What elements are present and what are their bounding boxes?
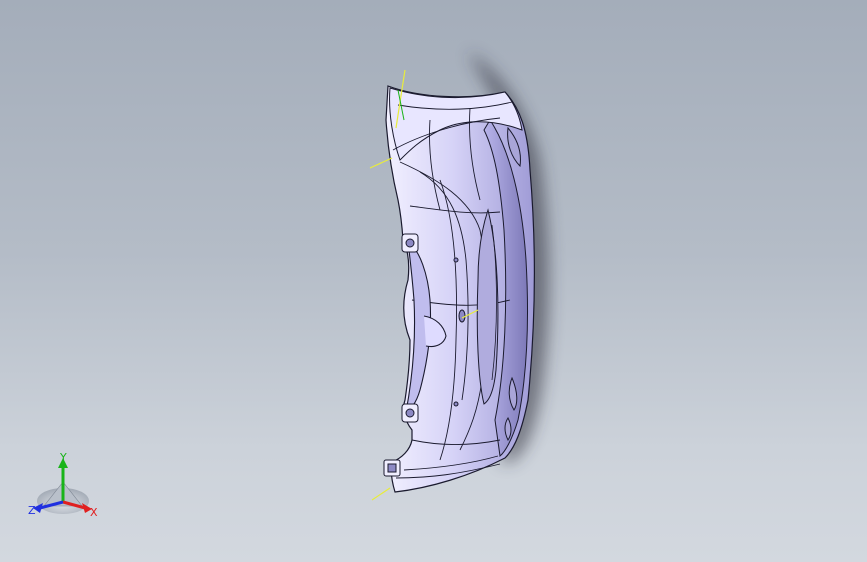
triad-z-label: Z — [28, 504, 36, 517]
graphics-viewport[interactable]: Y Z X — [0, 0, 867, 562]
triad-x-label: X — [90, 506, 98, 519]
bumper-part-icon[interactable] — [0, 0, 867, 562]
triad-y-label: Y — [60, 451, 67, 464]
view-orientation-triad[interactable]: Y Z X — [22, 446, 106, 526]
